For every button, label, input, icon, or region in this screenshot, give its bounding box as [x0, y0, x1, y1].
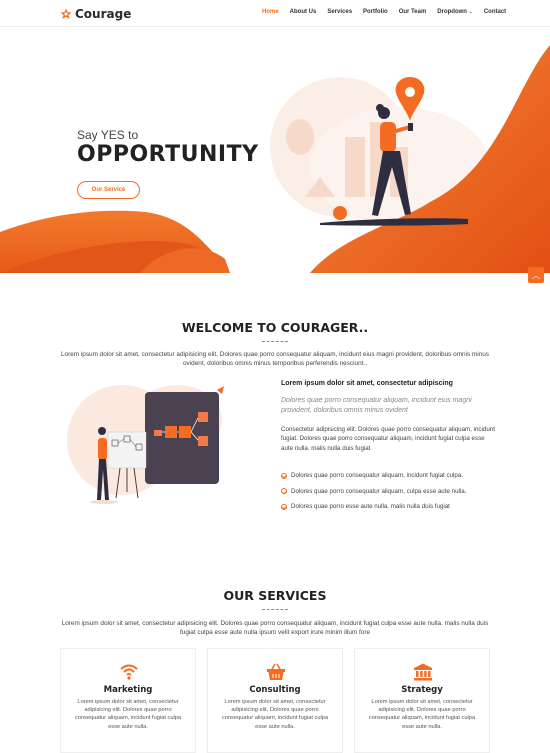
- basket-icon: [267, 663, 285, 680]
- services-title: OUR SERVICES: [223, 588, 327, 603]
- bank-icon: [414, 663, 432, 681]
- nav-item-portfolio[interactable]: Portfolio: [363, 9, 388, 15]
- wifi-icon: [120, 664, 138, 680]
- service-card-consulting[interactable]: Consulting Lorem ipsum dolor sit amet, c…: [207, 648, 343, 753]
- service-card-title: Consulting: [249, 685, 301, 695]
- service-card-strategy[interactable]: Strategy Lorem ipsum dolor sit amet, con…: [354, 648, 490, 753]
- navbar: Courage Home About Us Services Portfolio…: [0, 0, 550, 27]
- chevron-down-icon: ⌄: [468, 9, 473, 15]
- nav-item-our-team[interactable]: Our Team: [399, 9, 427, 15]
- service-card-text: Lorem ipsum dolor sit amet, consectetur …: [368, 699, 476, 730]
- list-item: Dolores quae porro esse aute nulla. mali…: [281, 499, 466, 515]
- service-card-marketing[interactable]: Marketing Lorem ipsum dolor sit amet, co…: [60, 648, 196, 753]
- about-heading: Lorem ipsum dolor sit amet, consectetur …: [281, 380, 453, 387]
- nav-item-services[interactable]: Services: [327, 9, 352, 15]
- check-circle-icon: [281, 503, 287, 510]
- about-italic-text: Dolores quae porro consequatur aliquam, …: [281, 397, 472, 414]
- hero-subtitle: Say YES to: [77, 128, 139, 142]
- hero-title: OPPORTUNITY: [77, 142, 259, 167]
- list-item: Dolores quae porro consequatur aliquam, …: [281, 468, 466, 484]
- title-divider: [262, 609, 288, 610]
- nav-item-dropdown[interactable]: Dropdown ⌄: [437, 9, 473, 15]
- main-menu: Home About Us Services Portfolio Our Tea…: [262, 9, 517, 15]
- nav-item-about-us[interactable]: About Us: [290, 9, 317, 15]
- chevron-up-icon: ︿: [532, 270, 540, 280]
- welcome-title: WELCOME TO COURAGER..: [181, 320, 369, 335]
- presentation-illustration: [67, 385, 224, 504]
- our-service-button[interactable]: Our Service: [77, 181, 140, 199]
- nav-item-contact[interactable]: Contact: [484, 9, 506, 15]
- service-cards: Marketing Lorem ipsum dolor sit amet, co…: [60, 648, 490, 753]
- service-card-text: Lorem ipsum dolor sit amet, consectetur …: [221, 699, 329, 730]
- check-circle-icon: [281, 472, 287, 479]
- nav-item-home[interactable]: Home: [262, 9, 279, 15]
- title-divider: [262, 341, 288, 342]
- services-lead: Lorem ipsum dolor sit amet, consectetur …: [61, 620, 489, 636]
- about-body-text: Consectetur adipisicing elit. Dolores qu…: [281, 426, 495, 452]
- star-logo-icon: [60, 8, 72, 19]
- service-card-title: Strategy: [401, 685, 443, 695]
- hero-section: Say YES to OPPORTUNITY Our Service: [0, 27, 550, 273]
- brand-name: Courage: [75, 7, 132, 21]
- scroll-top-button[interactable]: ︿: [528, 267, 544, 283]
- welcome-lead: Lorem ipsum dolor sit amet, consectetur …: [60, 351, 490, 367]
- service-card-text: Lorem ipsum dolor sit amet, consectetur …: [74, 699, 182, 730]
- about-checklist: Dolores quae porro consequatur aliquam, …: [281, 468, 466, 515]
- list-item: Dolores quae porro consequatur aliquam, …: [281, 484, 466, 500]
- check-circle-icon: [281, 488, 287, 495]
- service-card-title: Marketing: [103, 685, 153, 695]
- logo[interactable]: Courage: [60, 6, 131, 22]
